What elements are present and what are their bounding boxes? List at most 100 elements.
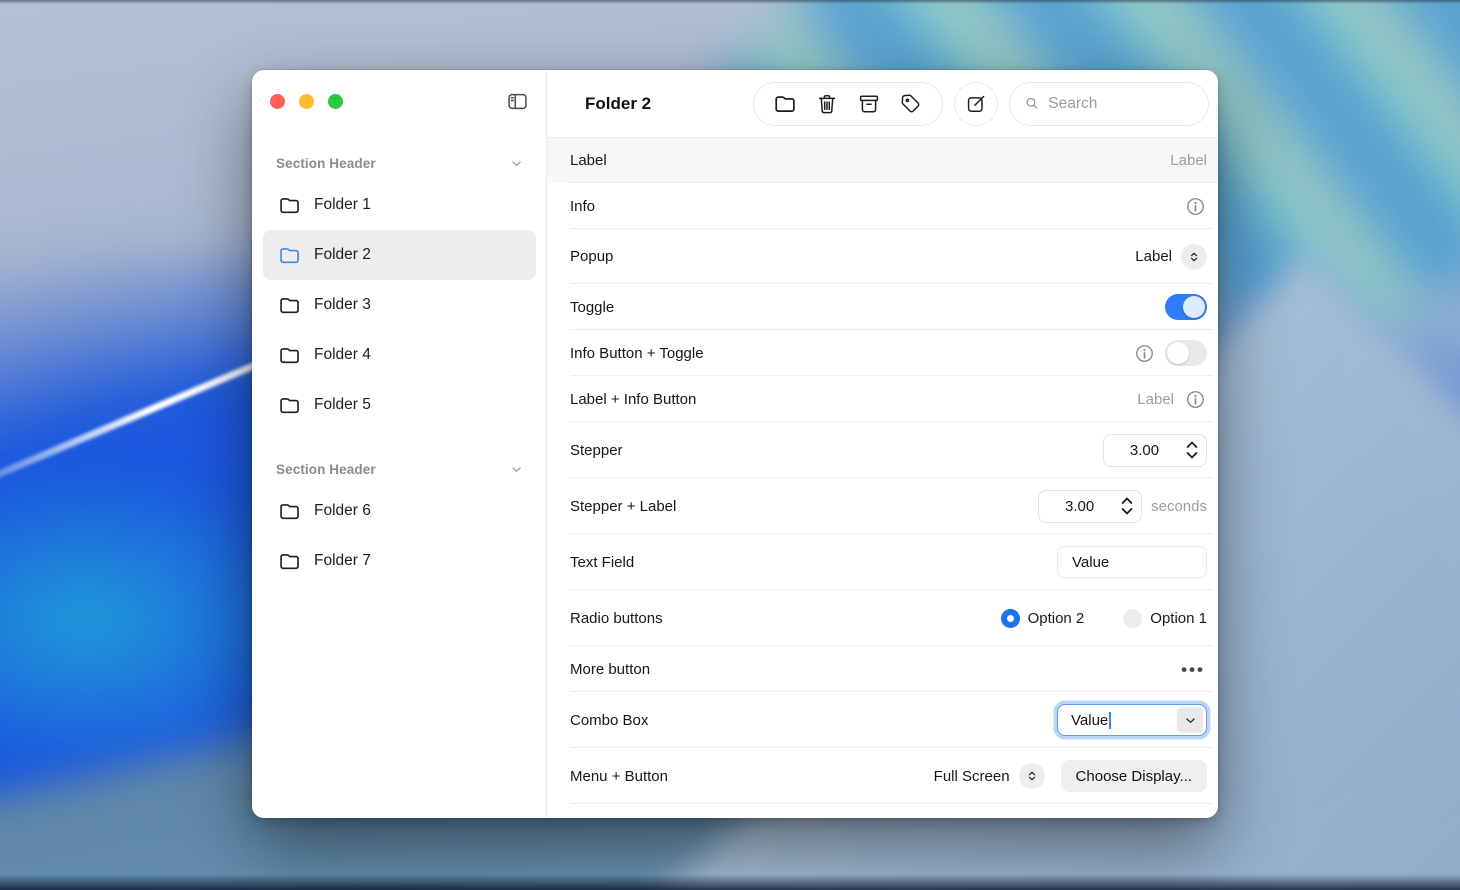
info-icon: [1133, 342, 1156, 365]
menu-popup-button[interactable]: [1019, 763, 1045, 789]
stepper-up-down-icon: [1120, 495, 1134, 517]
zoom-button[interactable]: [328, 94, 343, 109]
radio-option-2[interactable]: Option 2: [1001, 609, 1085, 628]
menu-selected-value: Full Screen: [934, 768, 1010, 785]
stepper-buttons[interactable]: [1185, 439, 1199, 461]
stepper-unit-label: seconds: [1151, 498, 1207, 515]
sidebar-section-header-1[interactable]: Section Header: [252, 146, 546, 180]
sidebar-item-folder-7[interactable]: Folder 7: [263, 536, 536, 586]
toggle-switch-off[interactable]: [1165, 340, 1207, 366]
radio-option-label: Option 1: [1150, 610, 1207, 627]
row-label-text: Label: [570, 152, 607, 169]
archive-button[interactable]: [848, 83, 890, 125]
row-label-text: Combo Box: [570, 712, 648, 729]
info-icon: [1184, 195, 1207, 218]
row-popup: Popup Label: [547, 229, 1218, 284]
info-button[interactable]: [1183, 194, 1207, 218]
row-text-field: Text Field Value: [547, 534, 1218, 590]
section-header-label: Section Header: [276, 156, 376, 171]
info-button[interactable]: [1183, 387, 1207, 411]
row-combo-box: Combo Box Value: [547, 692, 1218, 748]
sidebar-item-folder-2[interactable]: Folder 2: [263, 230, 536, 280]
combo-box[interactable]: Value: [1057, 704, 1207, 736]
folder-icon: [278, 344, 301, 367]
combo-dropdown-button[interactable]: [1177, 707, 1203, 733]
row-more-button: More button •••: [547, 646, 1218, 692]
sidebar: Section Header Folder 1 Folder 2 Folder …: [252, 70, 547, 818]
popup-button[interactable]: [1181, 244, 1207, 270]
sidebar-item-folder-3[interactable]: Folder 3: [263, 280, 536, 330]
compose-button[interactable]: [954, 82, 998, 126]
minimize-button[interactable]: [299, 94, 314, 109]
popup-selected-value: Label: [1135, 248, 1172, 265]
row-menu-button: Menu + Button Full Screen Choose Display…: [547, 748, 1218, 804]
new-folder-button[interactable]: [764, 83, 806, 125]
delete-button[interactable]: [806, 83, 848, 125]
info-button[interactable]: [1132, 341, 1156, 365]
menu-popup[interactable]: Full Screen: [934, 763, 1045, 789]
row-label-text: More button: [570, 661, 650, 678]
choose-display-button[interactable]: Choose Display...: [1061, 760, 1207, 792]
radio-selected-icon: [1001, 609, 1020, 628]
trash-icon: [815, 92, 839, 116]
page-title: Folder 2: [585, 94, 651, 114]
text-field[interactable]: Value: [1057, 546, 1207, 578]
search-icon: [1024, 94, 1040, 113]
more-ellipsis-button[interactable]: •••: [1179, 661, 1207, 678]
row-info: Info: [547, 183, 1218, 229]
sidebar-item-label: Folder 4: [314, 346, 371, 364]
sidebar-item-label: Folder 1: [314, 196, 371, 214]
folder-icon: [278, 550, 301, 573]
close-button[interactable]: [270, 94, 285, 109]
row-info-button-toggle: Info Button + Toggle: [547, 330, 1218, 376]
row-value-label: Label: [1137, 391, 1174, 408]
sidebar-item-folder-4[interactable]: Folder 4: [263, 330, 536, 380]
stepper-field[interactable]: 3.00: [1103, 434, 1207, 467]
row-toggle: Toggle: [547, 284, 1218, 330]
row-label-text: Label + Info Button: [570, 391, 696, 408]
stepper-value: 3.00: [1104, 442, 1185, 459]
search-input[interactable]: [1048, 95, 1194, 113]
combo-box-value: Value: [1071, 712, 1108, 729]
toggle-sidebar-button[interactable]: [502, 86, 532, 116]
chevron-down-icon: [509, 462, 524, 477]
sidebar-item-folder-5[interactable]: Folder 5: [263, 380, 536, 430]
content-header: Folder 2: [547, 70, 1218, 137]
sidebar-item-folder-6[interactable]: Folder 6: [263, 486, 536, 536]
tag-button[interactable]: [890, 83, 932, 125]
row-label-info-button: Label + Info Button Label: [547, 376, 1218, 422]
chevron-up-down-icon: [1025, 769, 1039, 783]
folder-icon: [278, 394, 301, 417]
content-pane: Folder 2: [547, 70, 1218, 818]
toolbar-button-group: [753, 82, 943, 126]
row-label-text: Stepper: [570, 442, 623, 459]
row-label-text: Info Button + Toggle: [570, 345, 704, 362]
app-window: Section Header Folder 1 Folder 2 Folder …: [252, 70, 1218, 818]
search-field[interactable]: [1009, 82, 1209, 126]
radio-option-1[interactable]: Option 1: [1123, 609, 1207, 628]
archive-box-icon: [857, 92, 881, 116]
row-label-text: Info: [570, 198, 595, 215]
row-label-text: Menu + Button: [570, 768, 668, 785]
sidebar-section-header-2[interactable]: Section Header: [252, 452, 546, 486]
wallpaper-top-edge: [0, 0, 1460, 4]
sidebar-item-label: Folder 2: [314, 246, 371, 264]
sidebar-toggle-icon: [506, 90, 529, 113]
folder-icon: [278, 500, 301, 523]
toggle-switch-on[interactable]: [1165, 294, 1207, 320]
sidebar-item-folder-1[interactable]: Folder 1: [263, 180, 536, 230]
tag-icon: [899, 92, 923, 116]
settings-list: Label Label Info Popup Label: [547, 137, 1218, 818]
section-header-label: Section Header: [276, 462, 376, 477]
stepper-buttons[interactable]: [1120, 495, 1134, 517]
chevron-up-down-icon: [1187, 250, 1201, 264]
compose-icon: [965, 93, 987, 115]
row-label: Label Label: [547, 138, 1218, 183]
folder-icon: [278, 294, 301, 317]
chevron-down-icon: [1183, 713, 1198, 728]
stepper-value: 3.00: [1039, 498, 1120, 515]
sidebar-nav: Section Header Folder 1 Folder 2 Folder …: [252, 132, 546, 586]
stepper-field[interactable]: 3.00: [1038, 490, 1142, 523]
sidebar-item-label: Folder 3: [314, 296, 371, 314]
radio-option-label: Option 2: [1028, 610, 1085, 627]
